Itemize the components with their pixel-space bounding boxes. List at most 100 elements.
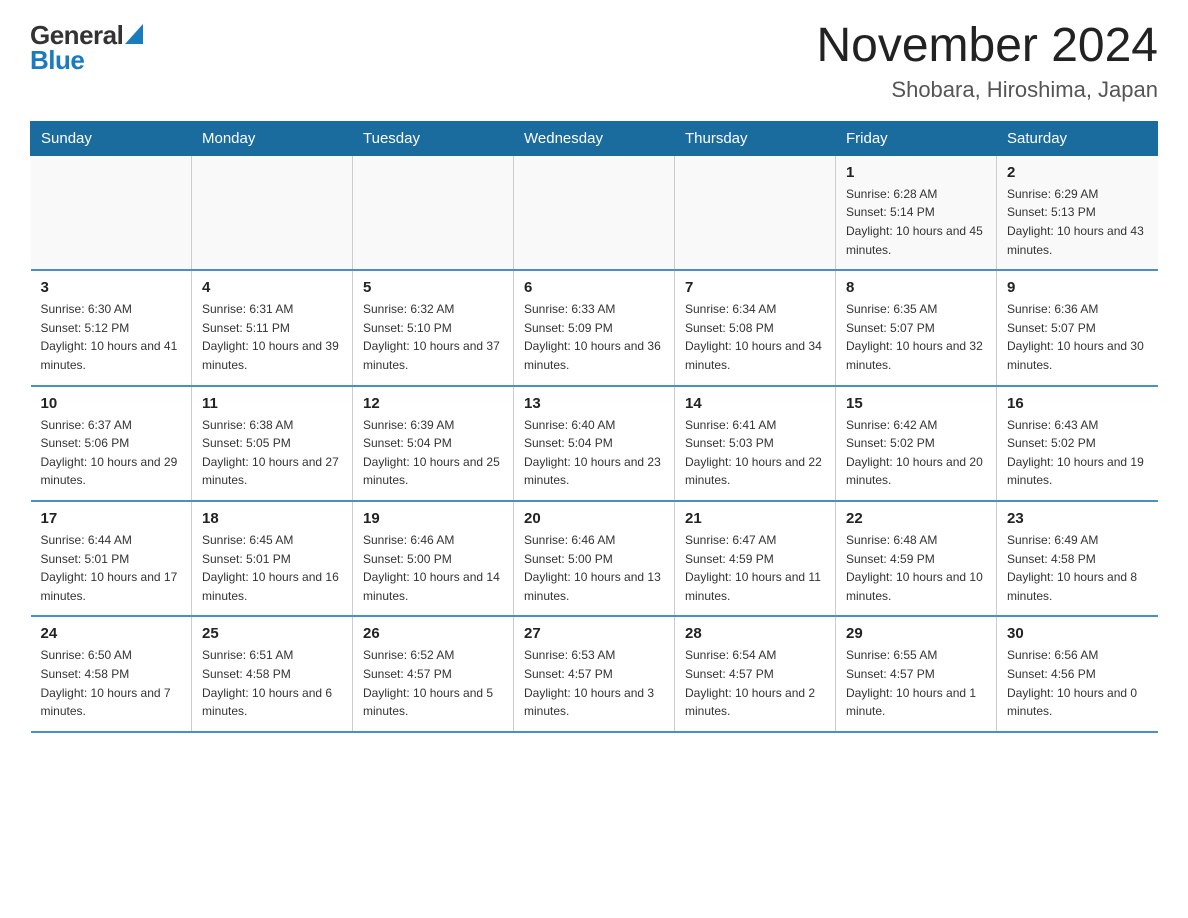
table-row: 23 Sunrise: 6:49 AM Sunset: 4:58 PM Dayli… — [997, 501, 1158, 616]
header-monday: Monday — [192, 121, 353, 155]
table-row: 28Sunrise: 6:54 AM Sunset: 4:57 PM Dayli… — [675, 616, 836, 731]
day-info: Sunrise: 6:46 AM Sunset: 5:00 PM Dayligh… — [363, 531, 503, 605]
day-number: 19 — [363, 510, 503, 527]
calendar-table: Sunday Monday Tuesday Wednesday Thursday… — [30, 121, 1158, 733]
day-number: 1 — [846, 164, 986, 181]
header-tuesday: Tuesday — [353, 121, 514, 155]
day-number: 14 — [685, 395, 825, 412]
day-number: 16 — [1007, 395, 1148, 412]
table-row: 18Sunrise: 6:45 AM Sunset: 5:01 PM Dayli… — [192, 501, 353, 616]
table-row: 25Sunrise: 6:51 AM Sunset: 4:58 PM Dayli… — [192, 616, 353, 731]
table-row: 6 Sunrise: 6:33 AM Sunset: 5:09 PM Daylig… — [514, 270, 675, 385]
calendar-title: November 2024 — [816, 20, 1158, 73]
day-number: 27 — [524, 625, 664, 642]
page-header: General Blue November 2024 Shobara, Hiro… — [30, 20, 1158, 103]
day-number: 9 — [1007, 279, 1148, 296]
day-info: Sunrise: 6:28 AM Sunset: 5:14 PM Dayligh… — [846, 185, 986, 259]
logo-blue-text: Blue — [30, 45, 84, 76]
weekday-header-row: Sunday Monday Tuesday Wednesday Thursday… — [31, 121, 1158, 155]
day-number: 30 — [1007, 625, 1148, 642]
calendar-week-row: 24 Sunrise: 6:50 AM Sunset: 4:58 PM Dayli… — [31, 616, 1158, 731]
day-number: 22 — [846, 510, 986, 527]
table-row — [514, 155, 675, 270]
day-info: Sunrise: 6:47 AM Sunset: 4:59 PM Dayligh… — [685, 531, 825, 605]
day-info: Sunrise: 6:49 AM Sunset: 4:58 PM Dayligh… — [1007, 531, 1148, 605]
header-thursday: Thursday — [675, 121, 836, 155]
table-row: 7 Sunrise: 6:34 AM Sunset: 5:08 PM Daylig… — [675, 270, 836, 385]
day-number: 12 — [363, 395, 503, 412]
day-info: Sunrise: 6:54 AM Sunset: 4:57 PM Dayligh… — [685, 646, 825, 720]
day-info: Sunrise: 6:44 AM Sunset: 5:01 PM Dayligh… — [41, 531, 182, 605]
table-row: 15 Sunrise: 6:42 AM Sunset: 5:02 PM Dayli… — [836, 386, 997, 501]
day-number: 5 — [363, 279, 503, 296]
calendar-week-row: 3 Sunrise: 6:30 AM Sunset: 5:12 PM Daylig… — [31, 270, 1158, 385]
table-row: 10 Sunrise: 6:37 AM Sunset: 5:06 PM Dayli… — [31, 386, 192, 501]
header-friday: Friday — [836, 121, 997, 155]
header-wednesday: Wednesday — [514, 121, 675, 155]
day-info: Sunrise: 6:39 AM Sunset: 5:04 PM Dayligh… — [363, 416, 503, 490]
table-row — [353, 155, 514, 270]
table-row — [675, 155, 836, 270]
table-row: 8 Sunrise: 6:35 AM Sunset: 5:07 PM Daylig… — [836, 270, 997, 385]
table-row: 12 Sunrise: 6:39 AM Sunset: 5:04 PM Dayli… — [353, 386, 514, 501]
day-number: 7 — [685, 279, 825, 296]
day-number: 11 — [202, 395, 342, 412]
day-info: Sunrise: 6:52 AM Sunset: 4:57 PM Dayligh… — [363, 646, 503, 720]
day-number: 3 — [41, 279, 182, 296]
table-row: 11 Sunrise: 6:38 AM Sunset: 5:05 PM Dayli… — [192, 386, 353, 501]
day-info: Sunrise: 6:33 AM Sunset: 5:09 PM Dayligh… — [524, 300, 664, 374]
day-number: 10 — [41, 395, 182, 412]
day-info: Sunrise: 6:38 AM Sunset: 5:05 PM Dayligh… — [202, 416, 342, 490]
table-row: 27Sunrise: 6:53 AM Sunset: 4:57 PM Dayli… — [514, 616, 675, 731]
table-row: 9 Sunrise: 6:36 AM Sunset: 5:07 PM Daylig… — [997, 270, 1158, 385]
day-number: 21 — [685, 510, 825, 527]
table-row: 19 Sunrise: 6:46 AM Sunset: 5:00 PM Dayli… — [353, 501, 514, 616]
day-info: Sunrise: 6:34 AM Sunset: 5:08 PM Dayligh… — [685, 300, 825, 374]
day-info: Sunrise: 6:37 AM Sunset: 5:06 PM Dayligh… — [41, 416, 182, 490]
calendar-week-row: 17 Sunrise: 6:44 AM Sunset: 5:01 PM Dayli… — [31, 501, 1158, 616]
table-row: 14 Sunrise: 6:41 AM Sunset: 5:03 PM Dayli… — [675, 386, 836, 501]
table-row: 17 Sunrise: 6:44 AM Sunset: 5:01 PM Dayli… — [31, 501, 192, 616]
day-info: Sunrise: 6:50 AM Sunset: 4:58 PM Dayligh… — [41, 646, 182, 720]
table-row — [31, 155, 192, 270]
day-number: 2 — [1007, 164, 1148, 181]
header-saturday: Saturday — [997, 121, 1158, 155]
day-info: Sunrise: 6:36 AM Sunset: 5:07 PM Dayligh… — [1007, 300, 1148, 374]
table-row: 1 Sunrise: 6:28 AM Sunset: 5:14 PM Daylig… — [836, 155, 997, 270]
table-row: 3 Sunrise: 6:30 AM Sunset: 5:12 PM Daylig… — [31, 270, 192, 385]
table-row: 13Sunrise: 6:40 AM Sunset: 5:04 PM Dayli… — [514, 386, 675, 501]
table-row: 16 Sunrise: 6:43 AM Sunset: 5:02 PM Dayli… — [997, 386, 1158, 501]
day-number: 4 — [202, 279, 342, 296]
day-info: Sunrise: 6:30 AM Sunset: 5:12 PM Dayligh… — [41, 300, 182, 374]
day-number: 17 — [41, 510, 182, 527]
day-number: 20 — [524, 510, 664, 527]
day-info: Sunrise: 6:55 AM Sunset: 4:57 PM Dayligh… — [846, 646, 986, 720]
day-info: Sunrise: 6:43 AM Sunset: 5:02 PM Dayligh… — [1007, 416, 1148, 490]
logo: General Blue — [30, 20, 143, 76]
day-number: 8 — [846, 279, 986, 296]
day-info: Sunrise: 6:51 AM Sunset: 4:58 PM Dayligh… — [202, 646, 342, 720]
day-number: 24 — [41, 625, 182, 642]
day-info: Sunrise: 6:48 AM Sunset: 4:59 PM Dayligh… — [846, 531, 986, 605]
day-number: 15 — [846, 395, 986, 412]
day-info: Sunrise: 6:32 AM Sunset: 5:10 PM Dayligh… — [363, 300, 503, 374]
table-row: 26Sunrise: 6:52 AM Sunset: 4:57 PM Dayli… — [353, 616, 514, 731]
day-info: Sunrise: 6:41 AM Sunset: 5:03 PM Dayligh… — [685, 416, 825, 490]
day-info: Sunrise: 6:31 AM Sunset: 5:11 PM Dayligh… — [202, 300, 342, 374]
day-number: 6 — [524, 279, 664, 296]
logo-triangle-icon — [125, 24, 143, 44]
day-number: 18 — [202, 510, 342, 527]
calendar-subtitle: Shobara, Hiroshima, Japan — [816, 77, 1158, 103]
day-info: Sunrise: 6:40 AM Sunset: 5:04 PM Dayligh… — [524, 416, 664, 490]
calendar-week-row: 10 Sunrise: 6:37 AM Sunset: 5:06 PM Dayli… — [31, 386, 1158, 501]
title-block: November 2024 Shobara, Hiroshima, Japan — [816, 20, 1158, 103]
day-number: 23 — [1007, 510, 1148, 527]
day-info: Sunrise: 6:35 AM Sunset: 5:07 PM Dayligh… — [846, 300, 986, 374]
day-info: Sunrise: 6:46 AM Sunset: 5:00 PM Dayligh… — [524, 531, 664, 605]
day-info: Sunrise: 6:42 AM Sunset: 5:02 PM Dayligh… — [846, 416, 986, 490]
table-row — [192, 155, 353, 270]
table-row: 30Sunrise: 6:56 AM Sunset: 4:56 PM Dayli… — [997, 616, 1158, 731]
table-row: 5 Sunrise: 6:32 AM Sunset: 5:10 PM Daylig… — [353, 270, 514, 385]
calendar-week-row: 1 Sunrise: 6:28 AM Sunset: 5:14 PM Daylig… — [31, 155, 1158, 270]
table-row: 29Sunrise: 6:55 AM Sunset: 4:57 PM Dayli… — [836, 616, 997, 731]
